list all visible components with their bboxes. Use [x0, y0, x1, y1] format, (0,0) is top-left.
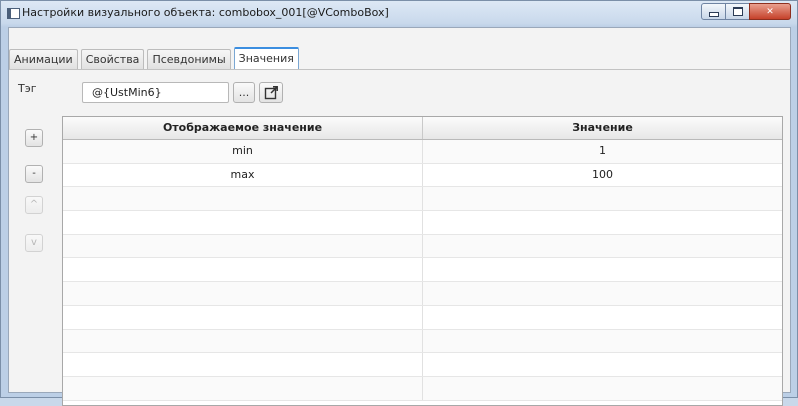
- tag-label: Тэг: [18, 82, 37, 95]
- settings-window: Настройки визуального объекта: combobox_…: [0, 0, 798, 406]
- table-row[interactable]: [63, 187, 782, 212]
- table-cell[interactable]: [423, 306, 782, 329]
- tab-aliases[interactable]: Псевдонимы: [147, 49, 231, 69]
- table-cell[interactable]: [63, 234, 423, 258]
- table-cell[interactable]: [63, 329, 423, 353]
- table-cell[interactable]: [63, 376, 423, 400]
- open-external-icon: [264, 86, 278, 100]
- table-cell[interactable]: 100: [423, 164, 782, 187]
- table-row[interactable]: [63, 329, 782, 354]
- add-row-button[interactable]: +: [25, 129, 43, 147]
- table-cell[interactable]: max: [63, 163, 423, 187]
- remove-row-button[interactable]: -: [25, 165, 43, 183]
- tag-input[interactable]: [82, 82, 229, 103]
- table-cell[interactable]: [423, 235, 782, 258]
- close-button[interactable]: ✕: [749, 3, 791, 20]
- table-row[interactable]: max 100: [63, 163, 782, 188]
- minimize-icon: [708, 11, 719, 17]
- table-cell[interactable]: [423, 353, 782, 376]
- table-row[interactable]: [63, 211, 782, 235]
- table-row[interactable]: [63, 282, 782, 306]
- table-cell[interactable]: min: [63, 140, 423, 163]
- table-cell[interactable]: [423, 330, 782, 353]
- maximize-button[interactable]: [725, 3, 750, 20]
- table-header: Отображаемое значение Значение: [63, 117, 782, 140]
- table-cell[interactable]: [63, 282, 423, 305]
- tag-browse-button[interactable]: ...: [233, 82, 255, 103]
- tab-animations[interactable]: Анимации: [9, 49, 78, 69]
- column-header-value[interactable]: Значение: [423, 117, 782, 139]
- window-controls: ✕: [701, 3, 791, 20]
- table-cell[interactable]: [63, 211, 423, 234]
- tab-bar: Анимации Свойства Псевдонимы Значения: [9, 47, 302, 69]
- table-row[interactable]: [63, 376, 782, 401]
- table-row[interactable]: [63, 258, 782, 283]
- table-cell[interactable]: 1: [423, 140, 782, 163]
- dialog-content: Анимации Свойства Псевдонимы Значения Тэ…: [8, 27, 791, 406]
- move-up-button[interactable]: ^: [25, 196, 43, 214]
- table-cell[interactable]: [63, 187, 423, 211]
- table-cell[interactable]: [63, 258, 423, 282]
- table-body: min 1 max 100: [63, 140, 782, 401]
- table-row[interactable]: [63, 353, 782, 377]
- table-cell[interactable]: [63, 305, 423, 329]
- move-down-button[interactable]: v: [25, 234, 43, 252]
- table-cell[interactable]: [423, 187, 782, 210]
- close-icon: ✕: [766, 6, 774, 17]
- window-title: Настройки визуального объекта: combobox_…: [22, 6, 389, 19]
- table-cell[interactable]: [423, 258, 782, 281]
- table-row[interactable]: min 1: [63, 140, 782, 164]
- column-header-display-value[interactable]: Отображаемое значение: [63, 117, 423, 139]
- tab-properties[interactable]: Свойства: [80, 49, 145, 69]
- title-bar[interactable]: Настройки визуального объекта: combobox_…: [1, 1, 797, 27]
- open-tag-button[interactable]: [259, 82, 283, 103]
- table-cell[interactable]: [63, 353, 423, 376]
- table-cell[interactable]: [423, 211, 782, 234]
- minimize-button[interactable]: [701, 3, 726, 20]
- table-row[interactable]: [63, 234, 782, 259]
- table-row[interactable]: [63, 305, 782, 330]
- tab-divider: [9, 69, 790, 70]
- table-cell[interactable]: [423, 282, 782, 305]
- window-icon: [7, 8, 20, 19]
- tab-values[interactable]: Значения: [233, 47, 299, 69]
- table-cell[interactable]: [423, 377, 782, 400]
- maximize-icon: [732, 7, 743, 16]
- values-table: Отображаемое значение Значение min 1 max 1…: [62, 116, 783, 406]
